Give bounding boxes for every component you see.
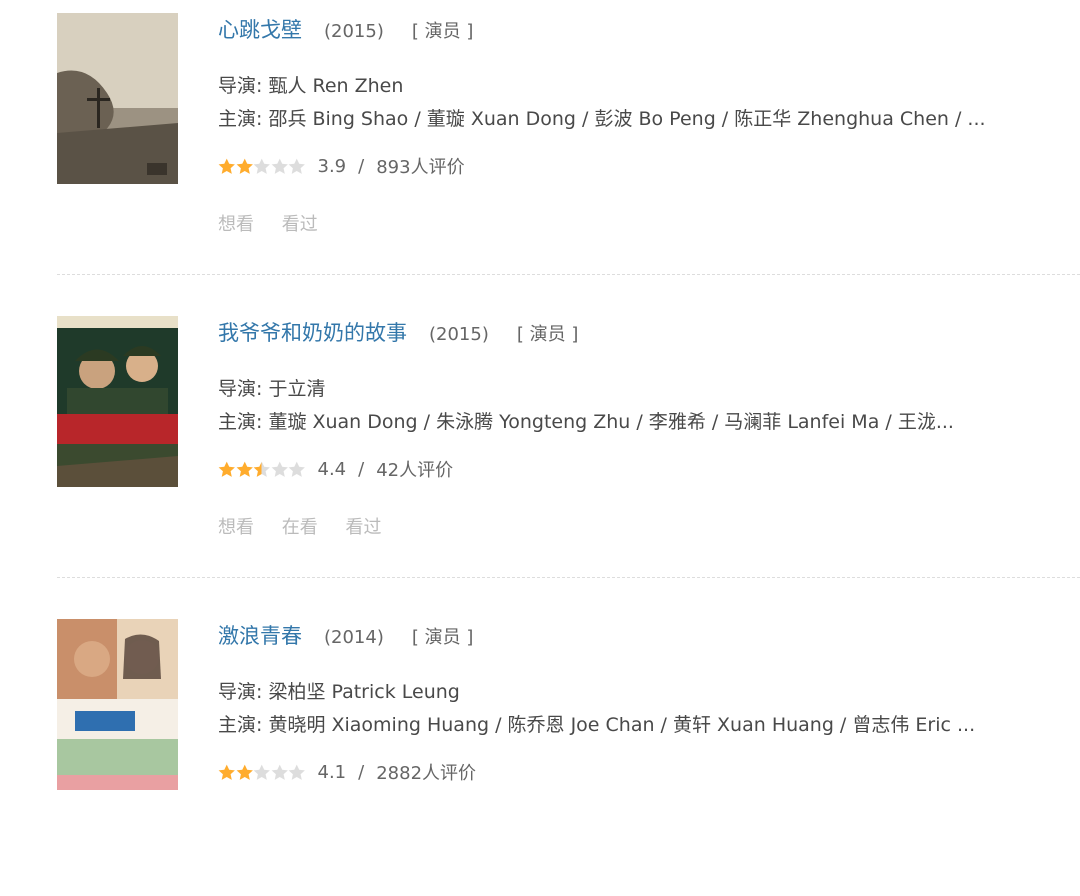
rating-count: 42人评价 [376,460,454,481]
star-icon [253,461,270,477]
movie-poster[interactable] [57,316,178,487]
movie-title-link[interactable]: 激浪青春 [218,620,302,650]
movie-title-link[interactable]: 我爷爷和奶奶的故事 [218,317,407,347]
watched-button[interactable]: 看过 [282,214,318,235]
star-icon [288,461,305,477]
movie-title-link[interactable]: 心跳戈壁 [218,14,302,44]
watching-button[interactable]: 在看 [282,517,318,538]
star-icon [271,158,288,174]
star-icon [288,158,305,174]
movie-year: (2015) [429,324,489,345]
item-divider [57,274,1080,275]
cast-line: 主演: 董璇 Xuan Dong / 朱泳腾 Yongteng Zhu / 李雅… [218,411,954,433]
movie-year: (2014) [324,627,384,648]
rating-stars [218,158,306,175]
star-icon [271,764,288,780]
star-icon [218,158,235,174]
role-tag: [ 演员 ] [411,627,474,648]
rating-row: 4.1 / 2882人评价 [218,759,476,785]
poster-image [57,316,178,487]
rating-score: 3.9 [317,155,347,177]
star-icon [253,158,270,174]
movie-poster[interactable] [57,13,178,184]
star-icon [288,764,305,780]
watched-button[interactable]: 看过 [345,517,381,538]
rating-separator: / [358,155,365,177]
director-line: 导演: 梁柏坚 Patrick Leung [218,681,460,703]
star-icon [271,461,288,477]
rating-row: 3.9 / 893人评价 [218,153,465,179]
collection-actions: 想看 在看 看过 [218,513,403,539]
rating-row: 4.4 / 42人评价 [218,456,453,482]
item-divider [57,577,1080,578]
rating-stars [218,764,306,781]
star-icon [236,158,253,174]
movie-item: 心跳戈壁 (2015) [ 演员 ] 导演: 甄人 Ren Zhen 主演: 邵… [0,0,1080,290]
star-icon [236,764,253,780]
rating-count: 2882人评价 [376,763,477,784]
director-line: 导演: 甄人 Ren Zhen [218,75,404,97]
rating-separator: / [358,458,365,480]
director-line: 导演: 于立清 [218,378,326,400]
title-row: 激浪青春 (2014) [ 演员 ] [218,620,473,652]
star-icon [253,764,270,780]
movie-item: 我爷爷和奶奶的故事 (2015) [ 演员 ] 导演: 于立清 主演: 董璇 X… [0,303,1080,593]
collection-actions: 想看 看过 [218,210,340,236]
title-row: 我爷爷和奶奶的故事 (2015) [ 演员 ] [218,317,578,349]
want-to-watch-button[interactable]: 想看 [218,214,254,235]
star-icon [218,764,235,780]
rating-score: 4.4 [317,458,347,480]
rating-count: 893人评价 [376,157,465,178]
movie-year: (2015) [324,21,384,42]
poster-image [57,619,178,790]
role-tag: [ 演员 ] [411,21,474,42]
cast-line: 主演: 黄晓明 Xiaoming Huang / 陈乔恩 Joe Chan / … [218,714,976,736]
star-icon [218,461,235,477]
poster-image [57,13,178,184]
want-to-watch-button[interactable]: 想看 [218,517,254,538]
movie-poster[interactable] [57,619,178,790]
movie-item: 激浪青春 (2014) [ 演员 ] 导演: 梁柏坚 Patrick Leung… [0,606,1080,896]
title-row: 心跳戈壁 (2015) [ 演员 ] [218,14,473,46]
role-tag: [ 演员 ] [516,324,579,345]
rating-stars [218,461,306,478]
rating-score: 4.1 [317,761,347,783]
star-icon [236,461,253,477]
cast-line: 主演: 邵兵 Bing Shao / 董璇 Xuan Dong / 彭波 Bo … [218,108,986,130]
rating-separator: / [358,761,365,783]
